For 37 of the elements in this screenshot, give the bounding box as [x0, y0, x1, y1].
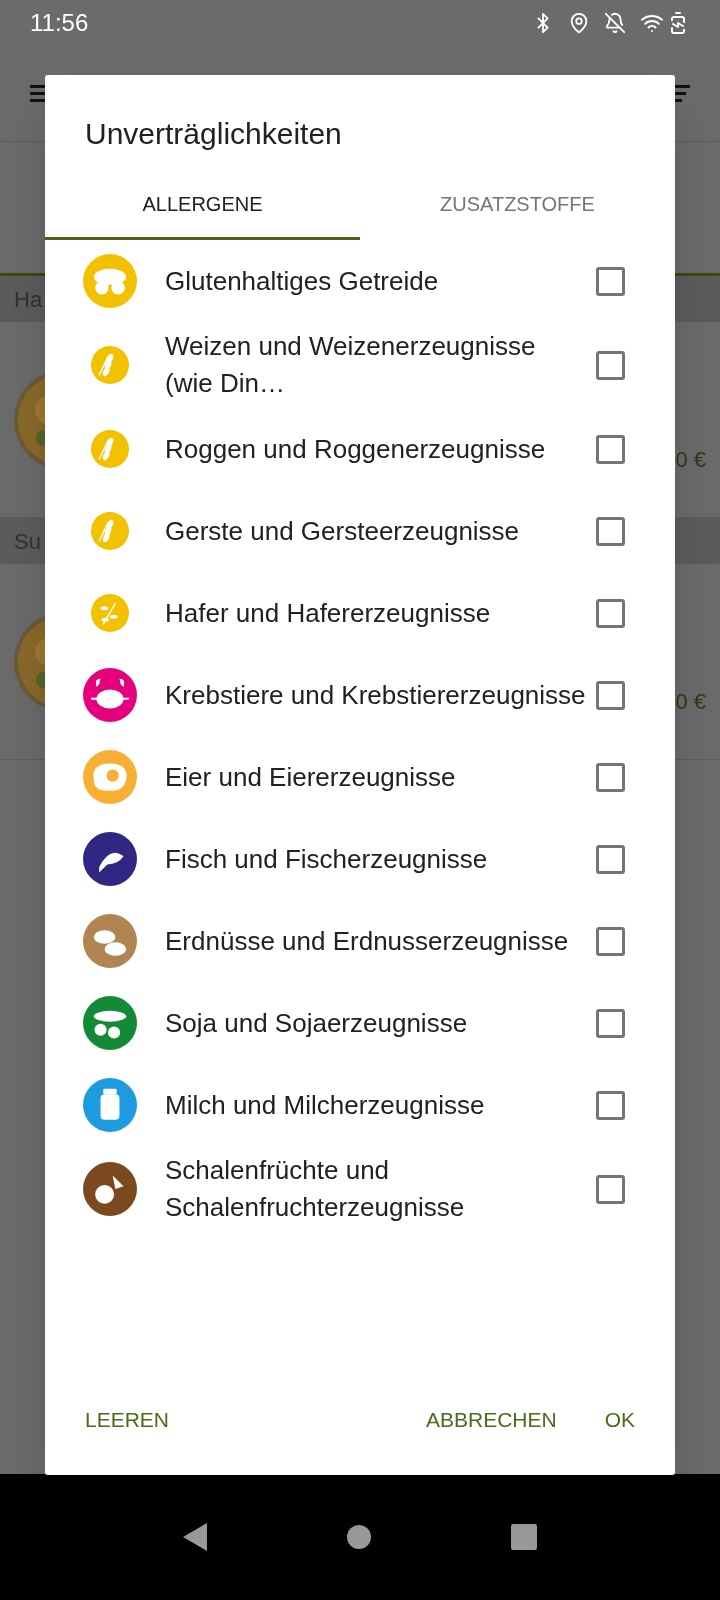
location-icon [568, 12, 590, 34]
price: 0 € [675, 688, 706, 716]
checkbox[interactable] [596, 1008, 625, 1038]
allergen-label: Schalenfrüchte und Schalenfruchterzeugnisse [165, 1154, 466, 1224]
allergen-label: Glutenhaltiges Getreide [165, 264, 440, 298]
allergen-label: Eier und Eiererzeugnisse [165, 760, 457, 794]
allergen-label: Gerste und Gersteerzeugnisse [165, 514, 521, 548]
checkbox[interactable] [596, 516, 625, 546]
allergen-label: Milch und Milcherzeugnisse [165, 1088, 486, 1122]
dialog-button[interactable]: LEEREN [71, 1394, 184, 1446]
checkbox[interactable] [596, 266, 625, 296]
checkbox[interactable] [596, 680, 625, 710]
checkbox[interactable] [596, 1174, 625, 1204]
allergen-label: Krebstiere und Krebstiererzeugnisse [165, 678, 587, 712]
bell-off-icon [604, 12, 626, 34]
checkbox[interactable] [596, 598, 625, 628]
dialog-title: Unverträglichkeiten [84, 116, 343, 152]
allergen-label: Fisch und Fischerzeugnisse [165, 842, 489, 876]
checkbox[interactable] [596, 1090, 625, 1120]
allergen-label: Weizen und Weizenerzeugnisse (wie Din… [165, 330, 537, 400]
price: 0 € [675, 446, 706, 474]
allergen-label: Erdnüsse und Erdnusserzeugnisse [165, 924, 570, 958]
status-time: 11:56 [30, 8, 89, 38]
back-icon[interactable] [183, 1523, 207, 1551]
dialog-button[interactable]: ABBRECHEN [411, 1394, 571, 1446]
allergen-label: Roggen und Roggenerzeugnisse [165, 432, 547, 466]
tab[interactable]: ZUSATZSTOFFE [360, 170, 675, 240]
checkbox[interactable] [596, 844, 625, 874]
checkbox[interactable] [596, 350, 625, 380]
tab[interactable]: ALLERGENE [45, 170, 360, 240]
dialog-button[interactable]: OK [590, 1394, 649, 1446]
checkbox[interactable] [596, 434, 625, 464]
allergen-label: Soja und Sojaerzeugnisse [165, 1006, 469, 1040]
checkbox[interactable] [596, 926, 625, 956]
home-icon[interactable] [347, 1525, 371, 1549]
allergen-label: Hafer und Hafererzeugnisse [165, 596, 492, 630]
checkbox[interactable] [596, 762, 625, 792]
